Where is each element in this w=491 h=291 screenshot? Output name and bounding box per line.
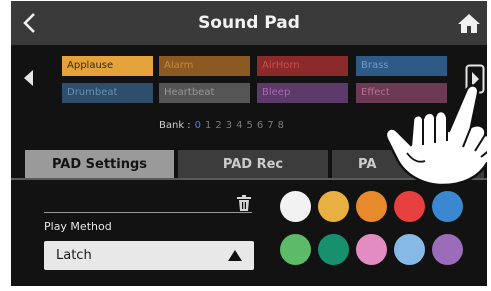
pad-label: Brass	[361, 60, 389, 71]
tab-label: PAD Settings	[51, 157, 148, 172]
trash-icon	[237, 195, 251, 211]
header-bar: Sound Pad	[11, 1, 487, 45]
color-swatch[interactable]	[318, 234, 349, 265]
color-swatch[interactable]	[432, 191, 463, 222]
color-swatch[interactable]	[394, 234, 425, 265]
tab-label: PAD Rec	[222, 157, 284, 172]
sound-pad-screen: Sound Pad Applause Alarm AirHorn Brass D…	[11, 1, 487, 286]
bank-number[interactable]: 7	[267, 120, 273, 131]
play-method-value: Latch	[56, 248, 92, 263]
pad-label: Bleep	[262, 87, 291, 98]
delete-button[interactable]	[236, 195, 252, 212]
bank-label: Bank :	[159, 120, 191, 131]
pad-label: AirHorn	[262, 60, 300, 71]
tab-pad-rec[interactable]: PAD Rec	[178, 150, 328, 178]
pointing-hand-icon	[384, 84, 487, 187]
play-method-label: Play Method	[44, 220, 112, 233]
pad-button[interactable]: Heartbeat	[159, 83, 250, 103]
pad-button[interactable]: Applause	[62, 56, 153, 76]
pad-button[interactable]: Bleep	[257, 83, 348, 103]
bank-number[interactable]: 6	[257, 120, 263, 131]
home-button[interactable]	[457, 12, 481, 34]
color-swatch[interactable]	[356, 191, 387, 222]
play-method-select[interactable]: Latch	[44, 241, 254, 270]
bank-number[interactable]: 1	[205, 120, 211, 131]
color-swatch[interactable]	[356, 234, 387, 265]
pad-button[interactable]: Alarm	[159, 56, 250, 76]
caret-left-icon	[24, 70, 33, 86]
color-swatch[interactable]	[318, 191, 349, 222]
pad-button[interactable]: Brass	[356, 56, 447, 76]
pad-label: Heartbeat	[164, 87, 215, 98]
triangle-up-icon	[228, 250, 242, 261]
tab-pad-settings[interactable]: PAD Settings	[25, 150, 174, 178]
color-swatch[interactable]	[394, 191, 425, 222]
bank-prev-button[interactable]	[21, 68, 37, 88]
page-title: Sound Pad	[198, 13, 300, 33]
bank-number[interactable]: 8	[278, 120, 284, 131]
home-icon	[458, 14, 480, 33]
bank-selector: Bank : 012345678	[159, 120, 284, 131]
pad-button[interactable]: Drumbeat	[62, 83, 153, 103]
bank-number[interactable]: 3	[226, 120, 232, 131]
pad-label: Alarm	[164, 60, 194, 71]
color-swatch[interactable]	[280, 234, 311, 265]
bank-number[interactable]: 0	[195, 120, 201, 131]
tab-label: PA	[358, 157, 377, 172]
bank-number[interactable]: 4	[236, 120, 242, 131]
bank-number[interactable]: 2	[215, 120, 221, 131]
bank-number[interactable]: 5	[247, 120, 253, 131]
pad-button[interactable]: AirHorn	[257, 56, 348, 76]
pad-name-field[interactable]	[44, 212, 252, 213]
color-swatch[interactable]	[432, 234, 463, 265]
pad-label: Drumbeat	[67, 87, 118, 98]
pad-label: Applause	[67, 60, 114, 71]
color-swatch[interactable]	[280, 191, 311, 222]
